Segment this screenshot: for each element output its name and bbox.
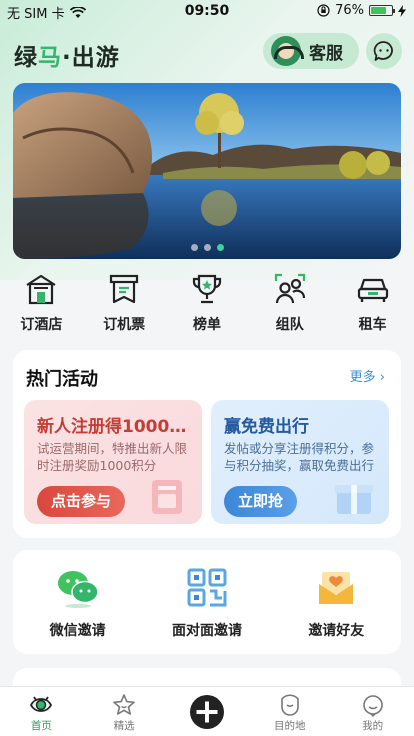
- invite-label: 微信邀请: [49, 623, 106, 639]
- invite-label: 邀请好友: [308, 623, 365, 639]
- grab-button[interactable]: 立即抢: [224, 486, 298, 517]
- customer-service-label: 客服: [309, 43, 343, 64]
- chevron-right-icon: ›: [379, 370, 385, 385]
- quick-nav-hotel[interactable]: 订酒店: [0, 272, 83, 340]
- quick-nav-label: 组队: [275, 317, 304, 333]
- tab-label: 首页: [30, 720, 52, 732]
- qrcode-icon: [187, 568, 227, 607]
- quick-nav-label: 租车: [358, 317, 387, 333]
- carousel-dot[interactable]: [203, 244, 211, 251]
- invite-card: 微信邀请 面对面邀请 邀请好友: [13, 550, 401, 654]
- app-logo: 绿马·出游: [14, 38, 120, 72]
- invite-label: 面对面邀请: [171, 623, 242, 639]
- gift-card-icon: [152, 480, 182, 514]
- publish-button[interactable]: [189, 695, 224, 729]
- ticket-icon: [110, 274, 139, 304]
- promo-desc: 试运营期间，特推出新人限时注册奖励1000积分: [37, 441, 187, 473]
- carousel-dot[interactable]: [216, 244, 224, 251]
- quick-nav-label: 榜单: [192, 317, 221, 333]
- car-icon: [357, 278, 388, 302]
- hot-activities-title: 热门活动: [26, 369, 98, 390]
- battery-level: [371, 7, 387, 14]
- join-button[interactable]: 点击参与: [37, 486, 126, 517]
- quick-nav-team[interactable]: 组队: [248, 272, 331, 340]
- more-label: 更多: [349, 370, 376, 385]
- tab-destination[interactable]: 目的地: [248, 687, 331, 736]
- tab-label: 精选: [113, 720, 135, 732]
- invite-face-to-face[interactable]: 面对面邀请: [142, 550, 271, 654]
- promo-title: 赢免费出行: [224, 417, 309, 437]
- banner-landscape-image: [13, 83, 401, 259]
- quick-nav-car-rental[interactable]: 租车: [331, 272, 414, 340]
- gift-box-icon: [335, 485, 373, 514]
- promo-desc: 发帖或分享注册得积分，参与积分抽奖，赢取免费出行: [224, 441, 374, 473]
- logo-part3: ·出游: [62, 45, 120, 71]
- carousel-dot[interactable]: [190, 244, 198, 251]
- quick-nav-label: 订酒店: [20, 317, 63, 333]
- team-icon: [274, 273, 305, 304]
- charging-icon: [398, 4, 406, 17]
- wechat-icon: [57, 571, 99, 608]
- app-header: 绿马·出游 客服: [0, 30, 414, 74]
- plus-icon: [196, 701, 218, 723]
- tab-publish[interactable]: [166, 687, 249, 736]
- customer-service-button[interactable]: 客服: [263, 33, 359, 69]
- quick-nav-label: 订机票: [103, 317, 146, 333]
- status-bar: 无 SIM 卡 09:50 76%: [0, 0, 414, 22]
- logo-part2: 马: [38, 45, 62, 71]
- hotel-icon: [26, 274, 56, 305]
- hot-activities-card: 热门活动 更多 › 新人注册得1000积分 试运营期间，特推出新人限时注册奖励1…: [13, 350, 401, 538]
- battery-percent: 76%: [335, 3, 364, 18]
- invite-friends[interactable]: 邀请好友: [272, 550, 401, 654]
- orientation-lock-icon: [317, 4, 330, 17]
- headset-agent-icon: [271, 36, 304, 66]
- tab-home[interactable]: 首页: [0, 687, 83, 736]
- more-link[interactable]: 更多 ›: [350, 366, 385, 385]
- carousel-indicator: [13, 244, 401, 251]
- message-button[interactable]: [366, 33, 402, 69]
- envelope-heart-icon: [319, 572, 354, 604]
- home-eye-icon: [30, 696, 53, 712]
- promo-new-user[interactable]: 新人注册得1000积分 试运营期间，特推出新人限时注册奖励1000积分 点击参与: [24, 400, 202, 524]
- logo-part1: 绿: [14, 45, 38, 71]
- profile-icon: [362, 695, 383, 717]
- tab-profile[interactable]: 我的: [331, 687, 414, 736]
- tab-label: 我的: [362, 720, 384, 732]
- quick-nav-ranking[interactable]: 榜单: [166, 272, 249, 340]
- destination-icon: [280, 694, 299, 716]
- promo-title: 新人注册得1000积分: [37, 417, 187, 437]
- quick-nav-flight[interactable]: 订机票: [83, 272, 166, 340]
- battery-icon: [369, 5, 395, 16]
- tab-featured[interactable]: 精选: [83, 687, 166, 736]
- star-icon: [113, 694, 135, 715]
- status-right: 76%: [317, 3, 406, 18]
- banner-carousel[interactable]: [13, 83, 401, 259]
- chat-bubble-icon: [373, 41, 393, 61]
- promo-free-trip[interactable]: 赢免费出行 发帖或分享注册得积分，参与积分抽奖，赢取免费出行 立即抢: [211, 400, 389, 524]
- invite-wechat[interactable]: 微信邀请: [13, 550, 142, 654]
- tab-bar: 首页 精选 目的地 我的: [0, 686, 414, 736]
- tab-label: 目的地: [274, 720, 306, 732]
- trophy-icon: [192, 274, 222, 304]
- quick-nav: 订酒店 订机票 榜单 组队 租车: [0, 272, 414, 340]
